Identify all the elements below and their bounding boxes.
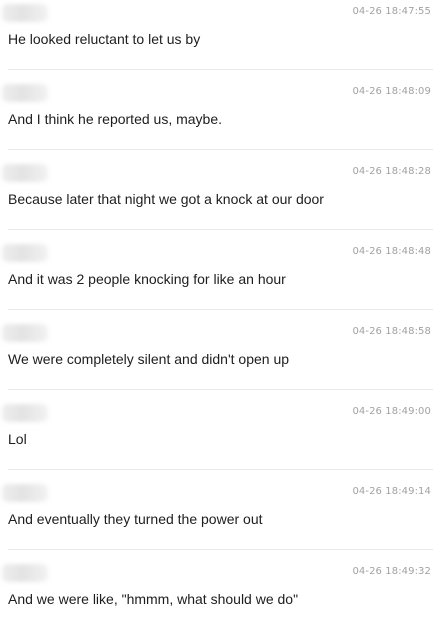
chat-message: 04-26 18:49:00 Lol (0, 400, 441, 480)
blurred-sender-name (2, 244, 48, 262)
chat-message: 04-26 18:47:55 He looked reluctant to le… (0, 0, 441, 80)
message-text: He looked reluctant to let us by (8, 31, 201, 47)
message-text: And it was 2 people knocking for like an… (8, 271, 286, 287)
blurred-sender-name (2, 164, 48, 182)
chat-message: 04-26 18:48:58 We were completely silent… (0, 320, 441, 400)
message-timestamp: 04-26 18:48:09 (352, 86, 431, 97)
message-divider (8, 549, 433, 550)
chat-message: 04-26 18:48:28 Because later that night … (0, 160, 441, 240)
message-divider (8, 309, 433, 310)
message-text: We were completely silent and didn't ope… (8, 351, 290, 367)
message-text: And eventually they turned the power out (8, 511, 263, 527)
chat-message: 04-26 18:49:14 And eventually they turne… (0, 480, 441, 560)
chat-message: 04-26 18:48:09 And I think he reported u… (0, 80, 441, 160)
blurred-sender-name (2, 324, 48, 342)
message-timestamp: 04-26 18:48:48 (352, 246, 431, 257)
blurred-sender-name (2, 4, 48, 22)
message-text: Because later that night we got a knock … (8, 191, 324, 207)
blurred-sender-name (2, 564, 48, 582)
message-divider (8, 69, 433, 70)
message-timestamp: 04-26 18:48:58 (352, 326, 431, 337)
blurred-sender-name (2, 84, 48, 102)
chat-log: 04-26 18:47:55 He looked reluctant to le… (0, 0, 441, 623)
blurred-sender-name (2, 484, 48, 502)
message-text: And I think he reported us, maybe. (8, 111, 223, 127)
message-timestamp: 04-26 18:48:28 (352, 166, 431, 177)
chat-message: 04-26 18:49:32 And we were like, "hmmm, … (0, 560, 441, 640)
blurred-sender-name (2, 404, 48, 422)
message-text: And we were like, "hmmm, what should we … (8, 591, 299, 607)
message-divider (8, 469, 433, 470)
message-text: Lol (8, 431, 27, 447)
message-divider (8, 229, 433, 230)
chat-message: 04-26 18:48:48 And it was 2 people knock… (0, 240, 441, 320)
message-timestamp: 04-26 18:49:14 (352, 486, 431, 497)
message-divider (8, 389, 433, 390)
message-divider (8, 149, 433, 150)
message-timestamp: 04-26 18:47:55 (352, 6, 431, 17)
message-timestamp: 04-26 18:49:32 (352, 566, 431, 577)
message-timestamp: 04-26 18:49:00 (352, 406, 431, 417)
